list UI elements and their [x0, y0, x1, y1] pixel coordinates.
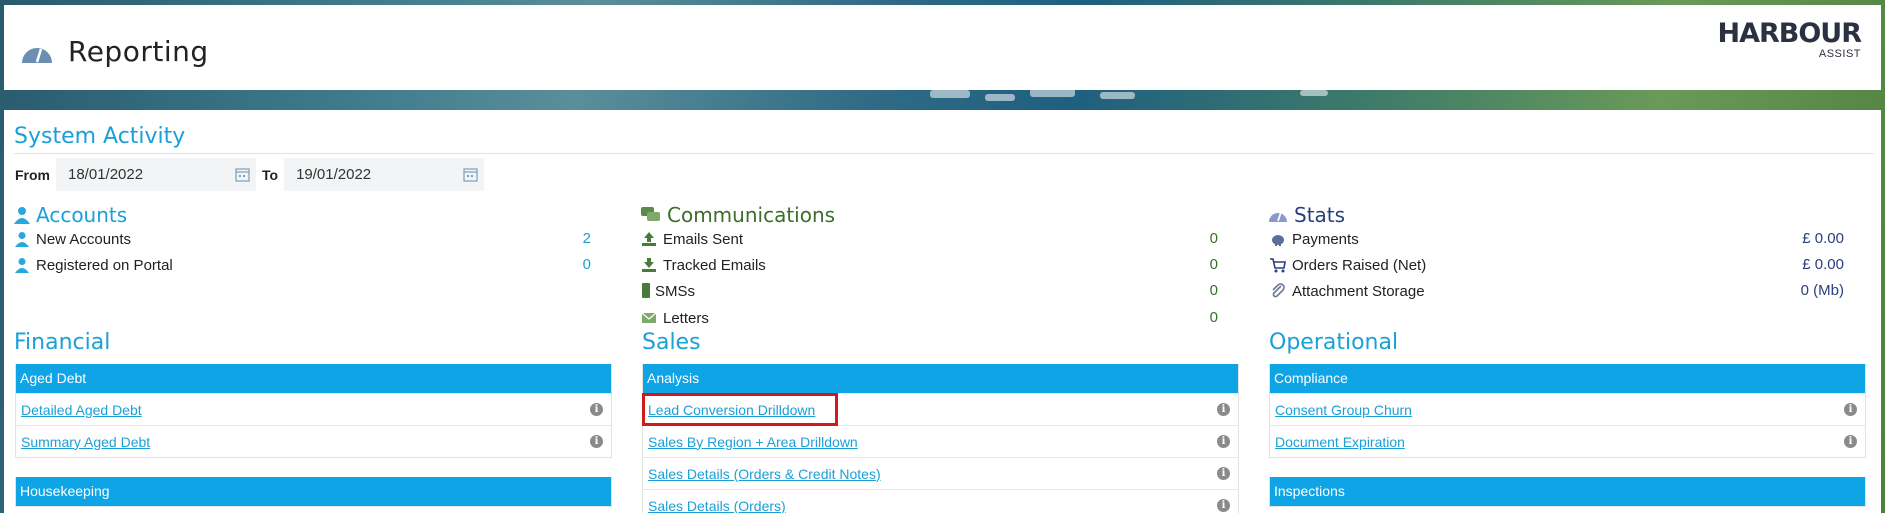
- stat-value: 0: [1209, 309, 1218, 326]
- stat-label: SMSs: [655, 282, 696, 300]
- date-range-filter: From 18/01/2022 To 19/01/2022: [15, 158, 485, 191]
- paperclip-icon: [1272, 283, 1285, 298]
- inspections-panel: Inspections: [1269, 477, 1866, 507]
- report-link-sales-details-orders-credit-notes[interactable]: Sales Details (Orders & Credit Notes): [648, 466, 881, 482]
- stat-row-orders-raised: Orders Raised (Net): [1270, 254, 1426, 276]
- accounts-heading: Accounts: [14, 203, 127, 227]
- stat-row-letters: Letters: [641, 307, 709, 329]
- upload-icon: [642, 232, 656, 246]
- analysis-panel: Analysis Lead Conversion Drilldown i Sal…: [642, 364, 1239, 513]
- stat-row-smss: SMSs: [641, 280, 695, 302]
- stat-label: Letters: [663, 309, 709, 327]
- stat-label: Registered on Portal: [36, 256, 173, 274]
- stat-label: New Accounts: [36, 230, 132, 248]
- from-date-input[interactable]: 18/01/2022: [56, 158, 256, 191]
- stats-title: Stats: [1294, 203, 1346, 227]
- info-icon[interactable]: i: [1217, 435, 1230, 448]
- download-icon: [642, 258, 656, 272]
- stat-label: Tracked Emails: [663, 256, 766, 274]
- page-title: Reporting: [68, 35, 209, 68]
- sales-title: Sales: [642, 330, 701, 355]
- page-header: Reporting HARBOUR ASSIST: [4, 5, 1881, 90]
- logo-main-text: HARBOUR: [1717, 18, 1862, 49]
- communications-heading: Communications: [641, 203, 835, 227]
- envelope-icon: [641, 312, 657, 323]
- stat-value: 2: [582, 230, 591, 247]
- report-link-summary-aged-debt[interactable]: Summary Aged Debt: [21, 434, 150, 450]
- report-link-consent-group-churn[interactable]: Consent Group Churn: [1275, 402, 1412, 418]
- main-content: System Activity From 18/01/2022 To 19/01…: [4, 110, 1881, 513]
- from-date-value: 18/01/2022: [68, 166, 144, 183]
- report-link-sales-details-orders[interactable]: Sales Details (Orders): [648, 498, 786, 513]
- system-activity-title: System Activity: [14, 124, 186, 149]
- dashboard-gauge-icon: [22, 47, 52, 63]
- stat-row-attachment-storage: Attachment Storage: [1270, 280, 1425, 302]
- info-icon[interactable]: i: [590, 403, 603, 416]
- stat-value: £ 0.00: [1802, 256, 1844, 273]
- stat-row-tracked-emails: Tracked Emails: [641, 254, 766, 276]
- info-icon[interactable]: i: [1217, 499, 1230, 512]
- stat-value: £ 0.00: [1802, 230, 1844, 247]
- info-icon[interactable]: i: [1217, 403, 1230, 416]
- panel-header: Aged Debt: [16, 364, 611, 393]
- user-icon: [14, 207, 30, 224]
- panel-header: Housekeeping: [16, 477, 611, 506]
- stat-row-new-accounts: New Accounts: [14, 228, 131, 250]
- report-link-sales-by-region[interactable]: Sales By Region + Area Drilldown: [648, 434, 858, 450]
- info-icon[interactable]: i: [1217, 467, 1230, 480]
- stat-value: 0: [582, 256, 591, 273]
- user-icon: [15, 258, 29, 273]
- stat-row-registered-on-portal: Registered on Portal: [14, 254, 173, 276]
- to-date-value: 19/01/2022: [296, 166, 372, 183]
- stat-value: 0: [1209, 256, 1218, 273]
- user-icon: [15, 232, 29, 247]
- report-link-detailed-aged-debt[interactable]: Detailed Aged Debt: [21, 402, 142, 418]
- stat-label: Orders Raised (Net): [1292, 256, 1427, 274]
- aged-debt-panel: Aged Debt Detailed Aged Debt i Summary A…: [15, 364, 612, 458]
- info-icon[interactable]: i: [590, 435, 603, 448]
- to-date-input[interactable]: 19/01/2022: [284, 158, 485, 191]
- housekeeping-panel: Housekeeping: [15, 477, 612, 507]
- list-item: Sales Details (Orders) i: [643, 489, 1238, 513]
- stat-row-emails-sent: Emails Sent: [641, 228, 743, 250]
- panel-header: Compliance: [1270, 364, 1865, 393]
- list-item: Sales By Region + Area Drilldown i: [643, 425, 1238, 457]
- chat-bubbles-icon: [641, 207, 660, 221]
- calendar-icon[interactable]: [463, 167, 478, 182]
- report-link-document-expiration[interactable]: Document Expiration: [1275, 434, 1405, 450]
- list-item: Consent Group Churn i: [1270, 393, 1865, 425]
- stat-value: 0: [1209, 230, 1218, 247]
- stats-heading: Stats: [1268, 203, 1345, 227]
- stat-label: Payments: [1292, 230, 1359, 248]
- mobile-phone-icon: [642, 283, 650, 298]
- stat-value: 0 (Mb): [1800, 282, 1844, 299]
- info-icon[interactable]: i: [1844, 403, 1857, 416]
- operational-title: Operational: [1269, 330, 1399, 355]
- stat-row-payments: Payments: [1270, 228, 1359, 250]
- list-item: Document Expiration i: [1270, 425, 1865, 457]
- compliance-panel: Compliance Consent Group Churn i Documen…: [1269, 364, 1866, 458]
- communications-title: Communications: [667, 203, 836, 227]
- info-icon[interactable]: i: [1844, 435, 1857, 448]
- stat-label: Attachment Storage: [1292, 282, 1425, 300]
- divider: [14, 153, 1874, 154]
- from-label: From: [15, 166, 50, 183]
- panel-header: Inspections: [1270, 477, 1865, 506]
- speedometer-icon: [1269, 211, 1287, 222]
- harbour-assist-logo: HARBOUR ASSIST: [1717, 18, 1862, 60]
- shopping-cart-icon: [1270, 258, 1286, 273]
- list-item: Detailed Aged Debt i: [16, 393, 611, 425]
- panel-header: Analysis: [643, 364, 1238, 393]
- to-label: To: [262, 166, 279, 183]
- list-item: Sales Details (Orders & Credit Notes) i: [643, 457, 1238, 489]
- logo-sub-text: ASSIST: [1818, 48, 1861, 60]
- financial-title: Financial: [14, 330, 111, 355]
- list-item: Summary Aged Debt i: [16, 425, 611, 457]
- stat-label: Emails Sent: [663, 230, 744, 248]
- piggy-bank-icon: [1272, 235, 1284, 246]
- highlight-box: [642, 393, 838, 426]
- stat-value: 0: [1209, 282, 1218, 299]
- accounts-title: Accounts: [36, 203, 128, 227]
- calendar-icon[interactable]: [235, 167, 250, 182]
